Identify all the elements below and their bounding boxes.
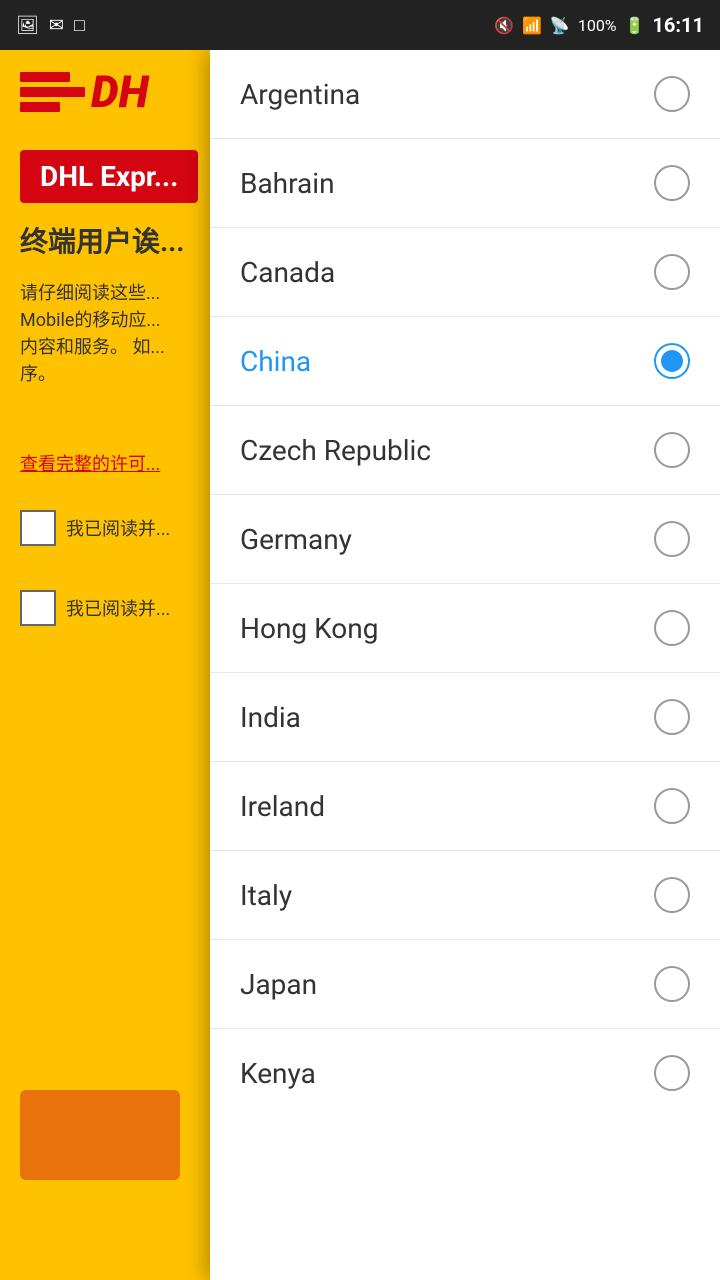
license-link[interactable]: 查看完整的许可... [20, 450, 160, 476]
signal-icon: 📡 [550, 16, 570, 35]
page-title: 终端用户诶... [20, 220, 184, 260]
country-name: Hong Kong [240, 612, 378, 645]
checkbox-row-1: 我已阅读并... [20, 510, 170, 546]
action-button[interactable] [20, 1090, 180, 1180]
country-name: China [240, 345, 311, 378]
country-name: Japan [240, 968, 317, 1001]
country-item[interactable]: China [210, 317, 720, 406]
radio-button[interactable] [654, 76, 690, 112]
battery-icon: 🔋 [625, 16, 645, 35]
checkbox-2-label: 我已阅读并... [66, 595, 170, 621]
radio-button[interactable] [654, 1055, 690, 1091]
country-item[interactable]: Canada [210, 228, 720, 317]
status-time: 16:11 [652, 13, 704, 37]
dhl-text: DH [91, 70, 149, 114]
radio-button[interactable] [654, 521, 690, 557]
country-dropdown: Argentina Bahrain Canada China Czech Republi… [210, 50, 720, 1280]
country-item[interactable]: Czech Republic [210, 406, 720, 495]
country-item[interactable]: Kenya [210, 1029, 720, 1117]
country-name: Italy [240, 879, 292, 912]
country-name: India [240, 701, 301, 734]
country-name: Argentina [240, 78, 360, 111]
country-name: Canada [240, 256, 335, 289]
page-body: 请仔细阅读这些... Mobile的移动应... 内容和服务。 如... 序。 [20, 280, 180, 388]
country-item[interactable]: Ireland [210, 762, 720, 851]
checkbox-row-2: 我已阅读并... [20, 590, 170, 626]
radio-button[interactable] [654, 432, 690, 468]
country-item[interactable]: Japan [210, 940, 720, 1029]
picture-icon: 🖼 [16, 15, 39, 36]
status-bar: 🖼 ✉ □ 🔇 📶 📡 100% 🔋 16:11 [0, 0, 720, 50]
battery-level: 100% [578, 16, 617, 35]
wifi-icon: 📶 [522, 16, 542, 35]
country-item[interactable]: Hong Kong [210, 584, 720, 673]
country-item[interactable]: Italy [210, 851, 720, 940]
notification-icon: □ [74, 15, 85, 36]
radio-button[interactable] [654, 966, 690, 1002]
country-item[interactable]: Bahrain [210, 139, 720, 228]
checkbox-1[interactable] [20, 510, 56, 546]
checkbox-2[interactable] [20, 590, 56, 626]
country-name: Ireland [240, 790, 325, 823]
radio-button[interactable] [654, 254, 690, 290]
country-name: Bahrain [240, 167, 335, 200]
radio-button[interactable] [654, 877, 690, 913]
country-list: Argentina Bahrain Canada China Czech Republi… [210, 50, 720, 1117]
radio-button[interactable] [654, 343, 690, 379]
country-name: Kenya [240, 1057, 316, 1090]
radio-button[interactable] [654, 699, 690, 735]
country-item[interactable]: India [210, 673, 720, 762]
country-name: Czech Republic [240, 434, 431, 467]
dhl-express-label: DHL Expr... [20, 150, 198, 203]
country-name: Germany [240, 523, 352, 556]
radio-button[interactable] [654, 610, 690, 646]
dhl-logo: DH [20, 70, 200, 140]
radio-button[interactable] [654, 788, 690, 824]
country-item[interactable]: Argentina [210, 50, 720, 139]
checkbox-1-label: 我已阅读并... [66, 515, 170, 541]
radio-button[interactable] [654, 165, 690, 201]
country-item[interactable]: Germany [210, 495, 720, 584]
email-icon: ✉ [49, 15, 64, 36]
mute-icon: 🔇 [494, 16, 514, 35]
